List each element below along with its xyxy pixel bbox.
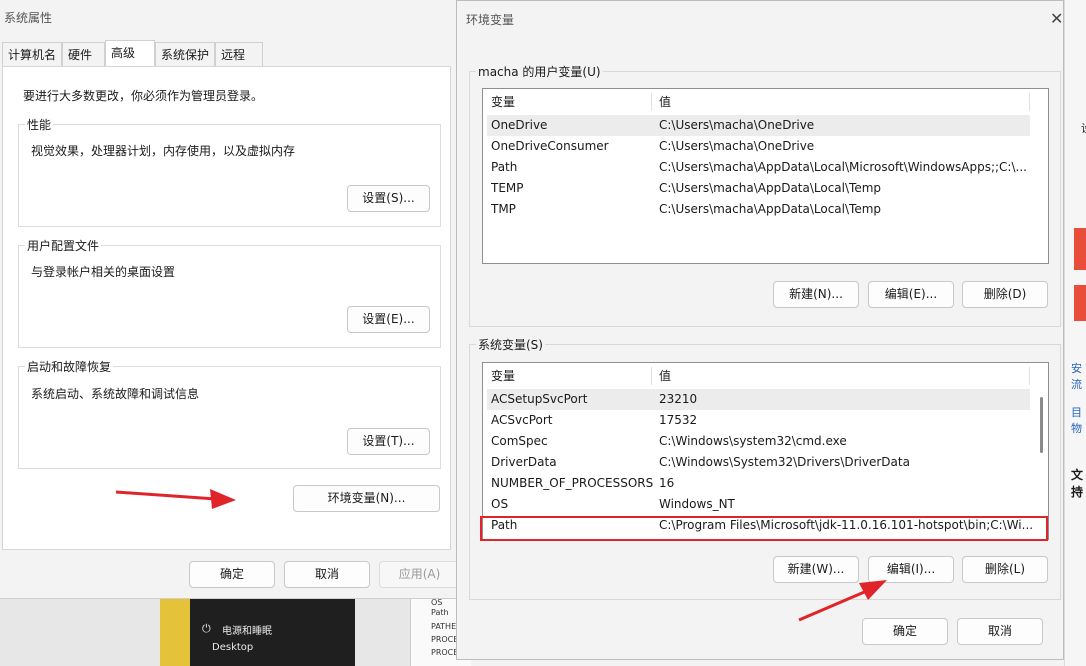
user-edit-button[interactable]: 编辑(E)...: [868, 281, 954, 308]
list-item[interactable]: OneDriveConsumer C:\Users\macha\OneDrive: [487, 136, 1030, 157]
variable-name: TMP: [491, 202, 516, 216]
background-text: Path: [431, 608, 449, 617]
scrollbar-thumb[interactable]: [1040, 397, 1043, 453]
list-header: 变量 值: [483, 363, 1048, 389]
background-item: 电源和睡眠: [222, 626, 272, 637]
column-header-value[interactable]: 值: [659, 89, 671, 115]
column-header-name[interactable]: 变量: [491, 89, 515, 115]
background-item: Desktop: [212, 642, 254, 653]
user-new-button[interactable]: 新建(N)...: [773, 281, 859, 308]
background-text: PATHE: [431, 622, 457, 631]
system-variables-list[interactable]: 变量 值 ACSetupSvcPort 23210 ACSvcPort 17532 …: [482, 362, 1049, 540]
dialog-title: 系统属性: [4, 11, 53, 25]
variable-name: OS: [491, 497, 509, 511]
user-delete-button[interactable]: 删除(D): [962, 281, 1048, 308]
background-text: PROCE: [431, 635, 459, 644]
ok-button[interactable]: 确定: [189, 561, 275, 588]
list-item[interactable]: ACSetupSvcPort 23210: [487, 389, 1030, 410]
system-variables-group: 系统变量(S) 变量 值 ACSetupSvcPort 23210 ACSvcPo…: [469, 336, 1061, 600]
variable-value: 17532: [659, 413, 698, 427]
group-description: 与登录帐户相关的桌面设置: [31, 265, 176, 279]
group-legend: 系统变量(S): [476, 336, 545, 353]
variable-name: NUMBER_OF_PROCESSORS: [491, 476, 654, 490]
variable-name: OneDriveConsumer: [491, 139, 609, 153]
tab-hardware[interactable]: 硬件: [62, 42, 105, 66]
environment-variables-button[interactable]: 环境变量(N)...: [293, 485, 440, 512]
dialog-title: 环境变量: [466, 13, 515, 27]
startup-recovery-group: 启动和故障恢复 系统启动、系统故障和调试信息 设置(T)...: [18, 358, 441, 469]
background-text: PROCE: [431, 648, 459, 657]
list-item[interactable]: ComSpec C:\Windows\system32\cmd.exe: [487, 431, 1030, 452]
apply-button[interactable]: 应用(A): [379, 561, 460, 588]
variable-name: Path: [491, 160, 518, 174]
background-accent: [1074, 228, 1086, 270]
variable-value: C:\Users\macha\AppData\Local\Microsoft\W…: [659, 160, 1027, 174]
arrow-annotation-env-button: [115, 489, 236, 509]
variable-value: C:\Windows\System32\Drivers\DriverData: [659, 455, 910, 469]
list-item[interactable]: ACSvcPort 17532: [487, 410, 1030, 431]
list-item[interactable]: TEMP C:\Users\macha\AppData\Local\Temp: [487, 178, 1030, 199]
background-settings-panel: ⏻ 电源和睡眠 Desktop: [190, 598, 355, 666]
performance-settings-button[interactable]: 设置(S)...: [347, 185, 430, 212]
list-item[interactable]: TMP C:\Users\macha\AppData\Local\Temp: [487, 199, 1030, 220]
list-item[interactable]: OS Windows_NT: [487, 494, 1030, 515]
user-variables-list[interactable]: 变量 值 OneDrive C:\Users\macha\OneDrive One…: [482, 88, 1049, 264]
list-header: 变量 值: [483, 89, 1048, 115]
background-text: 设: [1081, 120, 1086, 136]
group-legend: 性能: [25, 116, 54, 133]
power-icon: ⏻: [202, 622, 211, 635]
tab-computer-name[interactable]: 计算机名: [2, 42, 62, 66]
background-text: OS: [431, 598, 443, 607]
background-image: [160, 598, 190, 666]
startup-recovery-settings-button[interactable]: 设置(T)...: [347, 428, 430, 455]
group-legend: macha 的用户变量(U): [476, 63, 603, 80]
environment-variables-dialog: 环境变量 ✕ macha 的用户变量(U) 变量 值 OneDrive C:\Us…: [456, 0, 1064, 660]
list-item[interactable]: DriverData C:\Windows\System32\Drivers\Dr…: [487, 452, 1030, 473]
performance-group: 性能 视觉效果，处理器计划，内存使用，以及虚拟内存 设置(S)...: [18, 116, 441, 227]
admin-note: 要进行大多数更改，你必须作为管理员登录。: [23, 89, 264, 103]
user-profiles-settings-button[interactable]: 设置(E)...: [347, 306, 430, 333]
cancel-button[interactable]: 取消: [957, 618, 1043, 645]
variable-value: 16: [659, 476, 675, 490]
variable-value: C:\Users\macha\OneDrive: [659, 118, 815, 132]
variable-name: ComSpec: [491, 434, 548, 448]
variable-name: ACSvcPort: [491, 413, 553, 427]
path-row-highlight: [480, 516, 1048, 541]
background-text: 目物: [1071, 406, 1082, 435]
variable-name: TEMP: [491, 181, 524, 195]
background-window-right: 设 安流 目物 文持: [1064, 0, 1086, 666]
arrow-annotation-edit-button: [798, 580, 887, 622]
list-item[interactable]: Path C:\Users\macha\AppData\Local\Microso…: [487, 157, 1030, 178]
user-variables-group: macha 的用户变量(U) 变量 值 OneDrive C:\Users\mac…: [469, 63, 1061, 327]
column-header-value[interactable]: 值: [659, 363, 671, 389]
list-item[interactable]: OneDrive C:\Users\macha\OneDrive: [487, 115, 1030, 136]
group-description: 系统启动、系统故障和调试信息: [31, 387, 200, 401]
variable-value: C:\Users\macha\AppData\Local\Temp: [659, 202, 882, 216]
list-item[interactable]: NUMBER_OF_PROCESSORS 16: [487, 473, 1030, 494]
background-accent: [1074, 285, 1086, 321]
tab-remote[interactable]: 远程: [215, 42, 263, 66]
tab-advanced[interactable]: 高级: [105, 40, 155, 67]
close-icon[interactable]: ✕: [1050, 9, 1063, 28]
background-text: 文持: [1071, 468, 1084, 499]
group-description: 视觉效果，处理器计划，内存使用，以及虚拟内存: [31, 144, 296, 158]
background-text: 安流: [1071, 362, 1082, 391]
variable-value: C:\Users\macha\AppData\Local\Temp: [659, 181, 882, 195]
variable-value: C:\Users\macha\OneDrive: [659, 139, 815, 153]
user-profiles-group: 用户配置文件 与登录帐户相关的桌面设置 设置(E)...: [18, 237, 441, 348]
variable-name: DriverData: [491, 455, 557, 469]
column-header-name[interactable]: 变量: [491, 363, 515, 389]
variable-name: ACSetupSvcPort: [491, 392, 588, 406]
variable-value: C:\Windows\system32\cmd.exe: [659, 434, 847, 448]
variable-value: 23210: [659, 392, 698, 406]
system-delete-button[interactable]: 删除(L): [962, 556, 1048, 583]
variable-value: Windows_NT: [659, 497, 735, 511]
group-legend: 启动和故障恢复: [25, 358, 114, 375]
tab-system-protection[interactable]: 系统保护: [155, 42, 215, 66]
group-legend: 用户配置文件: [25, 237, 102, 254]
cancel-button[interactable]: 取消: [284, 561, 370, 588]
variable-name: OneDrive: [491, 118, 548, 132]
